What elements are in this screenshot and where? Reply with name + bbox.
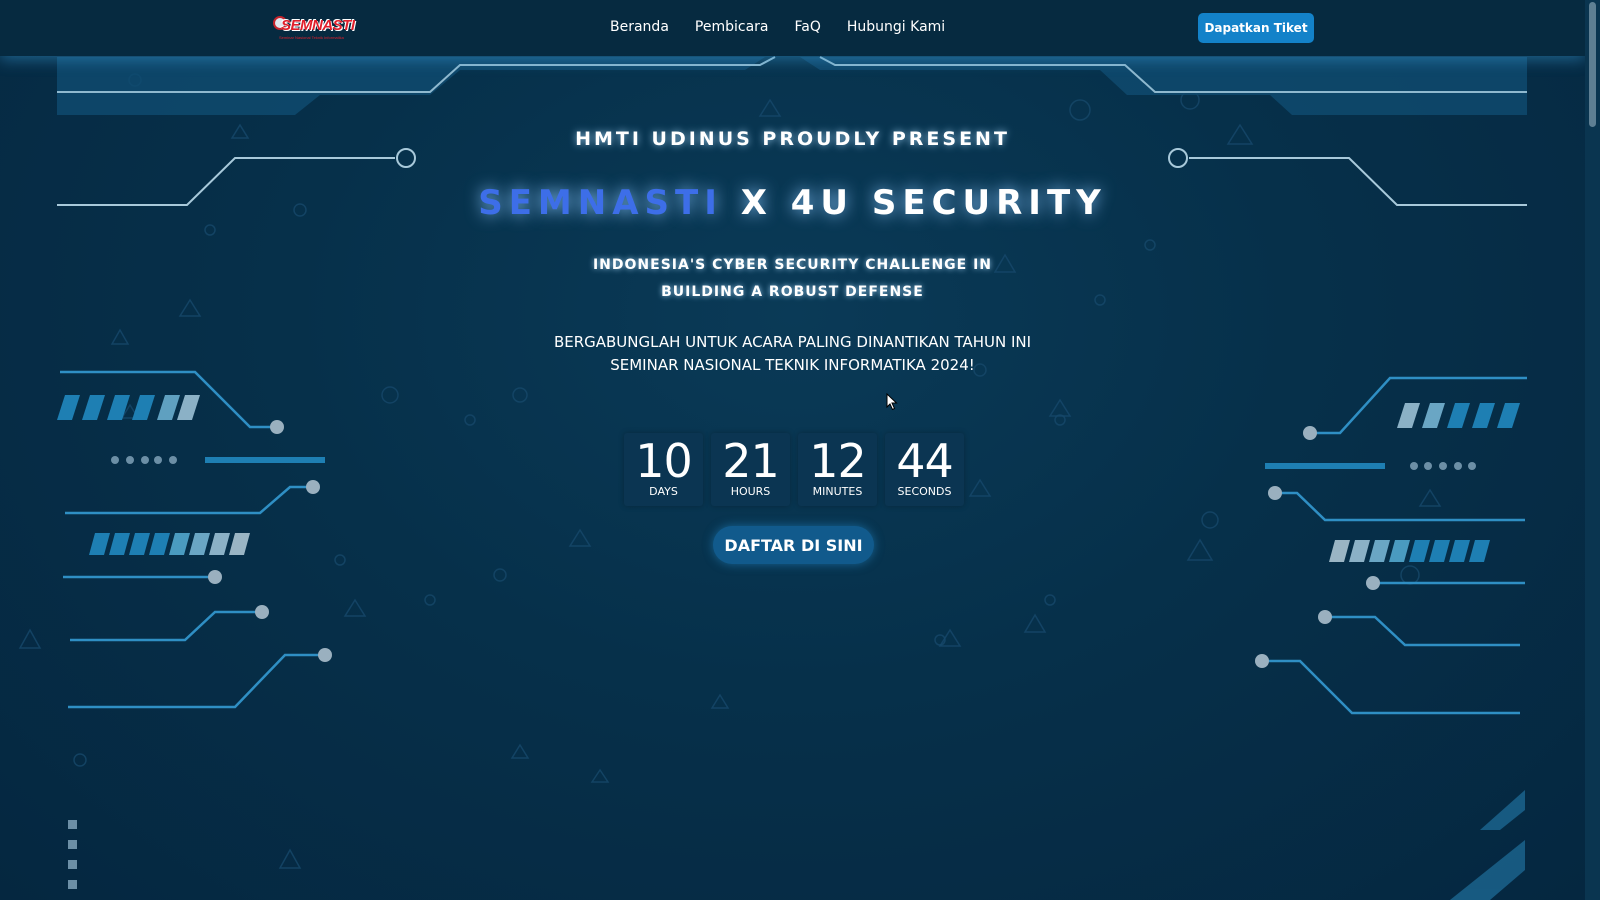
countdown-value: 44 (896, 434, 954, 488)
get-ticket-button[interactable]: Dapatkan Tiket (1198, 13, 1314, 43)
nav-item-pembicara[interactable]: Pembicara (695, 19, 769, 35)
semnasti-logo[interactable]: SEMNASTI Seminar Nasional Teknik Informa… (273, 14, 357, 42)
countdown-value: 12 (809, 434, 867, 488)
nav-item-faq[interactable]: FaQ (795, 19, 821, 35)
landing-page: SEMNASTI Seminar Nasional Teknik Informa… (0, 0, 1585, 900)
vertical-scrollbar[interactable] (1585, 0, 1600, 900)
top-navbar: SEMNASTI Seminar Nasional Teknik Informa… (0, 0, 1585, 56)
mouse-cursor-icon (886, 393, 898, 411)
presenter-heading: HMTI UDINUS PROUDLY PRESENT (575, 128, 1010, 150)
nav-item-hubungi-kami[interactable]: Hubungi Kami (847, 19, 945, 35)
countdown-value: 21 (722, 434, 780, 488)
event-title-partner: X 4U SECURITY (722, 183, 1107, 223)
countdown-minutes: 12 MINUTES (798, 433, 877, 506)
register-button[interactable]: DAFTAR DI SINI (713, 526, 874, 564)
logo-tagline: Seminar Nasional Teknik Informatika (279, 35, 344, 40)
event-title-semnasti: SEMNASTI (478, 183, 723, 223)
countdown-timer: 10 DAYS 21 HOURS 12 MINUTES 44 SECONDS (624, 433, 964, 506)
event-tagline: BERGABUNGLAH UNTUK ACARA PALING DINANTIK… (0, 331, 1585, 377)
countdown-seconds: 44 SECONDS (885, 433, 964, 506)
event-subtitle: INDONESIA'S CYBER SECURITY CHALLENGE IN … (592, 257, 993, 300)
scrollbar-thumb[interactable] (1589, 2, 1596, 127)
tagline-line-2: SEMINAR NASIONAL TEKNIK INFORMATIKA 2024… (610, 356, 975, 374)
countdown-hours: 21 HOURS (711, 433, 790, 506)
nav-item-beranda[interactable]: Beranda (610, 19, 669, 35)
logo-text: SEMNASTI (281, 17, 355, 34)
nav-menu: Beranda Pembicara FaQ Hubungi Kami (610, 19, 971, 35)
tagline-line-1: BERGABUNGLAH UNTUK ACARA PALING DINANTIK… (553, 333, 1032, 351)
event-title: SEMNASTI X 4U SECURITY (0, 183, 1585, 223)
countdown-days: 10 DAYS (624, 433, 703, 506)
countdown-value: 10 (635, 434, 693, 488)
